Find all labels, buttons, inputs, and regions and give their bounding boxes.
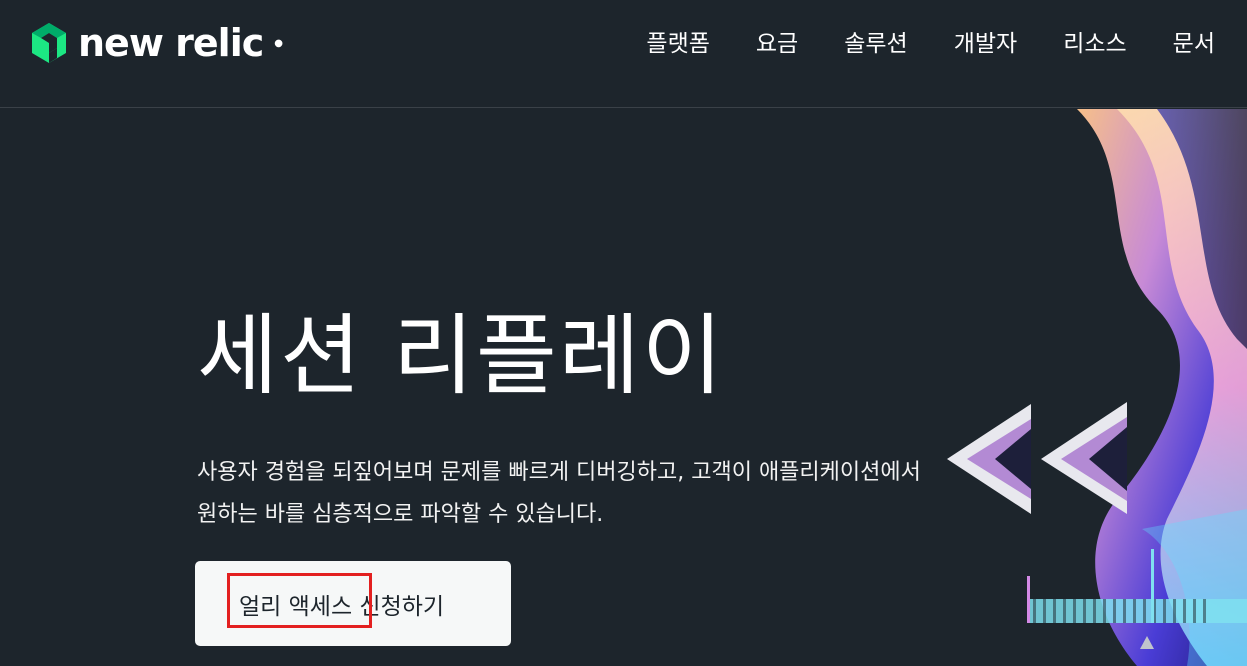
hero-description: 사용자 경험을 되짚어보며 문제를 빠르게 디버깅하고, 고객이 애플리케이션에… [197,460,921,527]
brand-name: new relic [78,21,264,65]
nav-item-resources[interactable]: 리소스 [1063,24,1126,64]
main-nav: 플랫폼 요금 솔루션 개발자 리소스 문서 [600,24,1215,64]
page-title: 세션 리플레이 [197,304,725,407]
early-access-button[interactable]: 얼리 액세스 신청하기 [195,561,511,646]
hero-illustration [947,109,1247,666]
new-relic-logo[interactable]: new relic ● [30,20,283,66]
registered-mark: ● [274,37,283,49]
top-navigation-bar: new relic ● 플랫폼 요금 솔루션 개발자 리소스 문서 [0,0,1247,108]
nav-item-platform[interactable]: 플랫폼 [646,24,709,64]
early-access-button-label: 얼리 액세스 신청하기 [239,594,445,620]
rewind-icon [947,402,1127,514]
nav-item-developers[interactable]: 개발자 [954,24,1017,64]
nav-item-solutions[interactable]: 솔루션 [844,24,907,64]
nav-item-docs[interactable]: 문서 [1173,24,1215,64]
new-relic-logo-icon [32,23,66,63]
nav-item-pricing[interactable]: 요금 [756,24,798,64]
